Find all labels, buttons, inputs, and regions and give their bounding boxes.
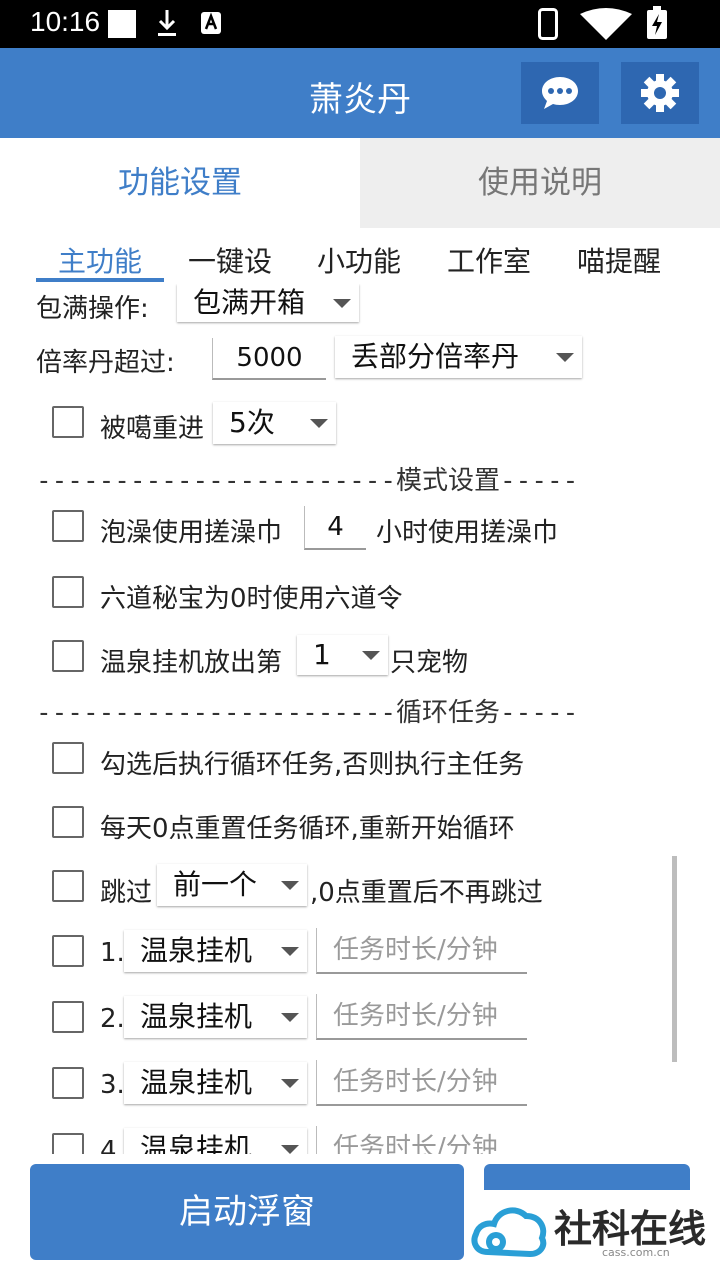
- task-2-checkbox[interactable]: [52, 1001, 84, 1033]
- chat-button[interactable]: [521, 62, 599, 124]
- full-op-select[interactable]: 包满开箱: [177, 284, 359, 322]
- app-title: 萧炎丹: [309, 80, 411, 120]
- bottom-bar: 启动浮窗 社科在线 cass.com.cn: [0, 1154, 720, 1280]
- subtab-main[interactable]: 主功能: [58, 240, 142, 280]
- chevron-down-icon: [310, 419, 328, 428]
- sixpath-label: 六道秘宝为0时使用六道令: [100, 584, 403, 614]
- task-1-number: 1.: [100, 938, 125, 968]
- tab-instructions[interactable]: 使用说明: [360, 138, 720, 228]
- drink-label: 被噶重进: [100, 414, 205, 444]
- hotspring-label-b: 只宠物: [390, 648, 469, 678]
- sixpath-checkbox[interactable]: [52, 576, 84, 608]
- phone-icon: [538, 8, 558, 40]
- watermark-subtext: cass.com.cn: [602, 1246, 670, 1259]
- chevron-down-icon: [281, 1145, 299, 1154]
- task-1-select[interactable]: 温泉挂机: [124, 930, 307, 972]
- wifi-icon: [580, 8, 632, 40]
- rate-action-value: 丢部分倍率丹: [351, 340, 520, 373]
- task-2-number: 2.: [100, 1004, 125, 1034]
- chevron-down-icon: [333, 299, 351, 308]
- chevron-down-icon: [281, 881, 299, 890]
- sub-tabs: 主功能 一键设 小功能 工作室 喵提醒: [0, 236, 720, 284]
- loop-enable-label: 勾选后执行循环任务,否则执行主任务: [100, 750, 525, 780]
- task-3-duration-input[interactable]: 任务时长/分钟: [316, 1060, 527, 1106]
- full-op-value: 包满开箱: [193, 286, 306, 319]
- task-4-number: 4: [100, 1136, 117, 1154]
- hotspring-checkbox[interactable]: [52, 640, 84, 672]
- main-settings-panel[interactable]: 包满操作: 包满开箱 倍率丹超过: 5000 丢部分倍率丹 被噶重进 5次 --…: [0, 284, 720, 1154]
- skip-select[interactable]: 前一个: [157, 864, 307, 906]
- watermark: 社科在线 cass.com.cn: [470, 1190, 720, 1280]
- status-bar: 10:16: [0, 0, 720, 48]
- chevron-down-icon: [281, 947, 299, 956]
- download-icon: [158, 10, 176, 36]
- hotspring-label-a: 温泉挂机放出第: [100, 648, 283, 678]
- task-3-select[interactable]: 温泉挂机: [124, 1062, 307, 1104]
- task-4-checkbox[interactable]: [52, 1133, 84, 1154]
- task-4-select[interactable]: 温泉挂机: [124, 1128, 307, 1154]
- task-4-duration-input[interactable]: 任务时长/分钟: [316, 1126, 527, 1154]
- rate-label: 倍率丹超过:: [36, 348, 175, 378]
- task-2-duration-input[interactable]: 任务时长/分钟: [316, 994, 527, 1040]
- task-3-number: 3.: [100, 1070, 125, 1100]
- full-op-label: 包满操作:: [36, 294, 149, 324]
- cloud-logo-icon: [471, 1207, 547, 1258]
- loop-divider: -----------------------循环任务-------------…: [36, 698, 580, 728]
- settings-button[interactable]: [621, 62, 699, 124]
- chat-icon: [542, 77, 578, 109]
- chevron-down-icon: [556, 353, 574, 362]
- loop-reset-checkbox[interactable]: [52, 806, 84, 838]
- start-floating-window-button[interactable]: 启动浮窗: [30, 1164, 464, 1260]
- mode-divider: -----------------------模式设置-------------…: [36, 466, 580, 496]
- task-4-value: 温泉挂机: [140, 1132, 253, 1154]
- drink-checkbox[interactable]: [52, 406, 84, 438]
- bath-label-b: 小时使用搓澡巾: [376, 518, 559, 548]
- skip-checkbox[interactable]: [52, 870, 84, 902]
- watermark-text: 社科在线: [554, 1207, 707, 1251]
- skip-label-a: 跳过: [100, 878, 153, 908]
- task-1-duration-input[interactable]: 任务时长/分钟: [316, 928, 527, 974]
- task-2-select[interactable]: 温泉挂机: [124, 996, 307, 1038]
- battery-charging-icon: [647, 6, 667, 39]
- gear-icon: [641, 74, 679, 112]
- skip-label-b: ,0点重置后不再跳过: [310, 878, 543, 908]
- rate-action-select[interactable]: 丢部分倍率丹: [335, 336, 582, 378]
- loop-reset-label: 每天0点重置任务循环,重新开始循环: [100, 814, 515, 844]
- task-3-checkbox[interactable]: [52, 1067, 84, 1099]
- scrollbar[interactable]: [672, 856, 677, 1062]
- tab-feature-settings[interactable]: 功能设置: [0, 138, 360, 228]
- hotspring-pet-select[interactable]: 1: [297, 635, 388, 675]
- drink-count-value: 5次: [229, 406, 275, 439]
- chevron-down-icon: [281, 1013, 299, 1022]
- task-1-checkbox[interactable]: [52, 935, 84, 967]
- subtab-small-features[interactable]: 小功能: [317, 240, 401, 280]
- loop-enable-checkbox[interactable]: [52, 742, 84, 774]
- bath-checkbox[interactable]: [52, 510, 84, 542]
- notification-square-icon: [108, 10, 136, 38]
- task-3-value: 温泉挂机: [140, 1066, 253, 1099]
- status-time: 10:16: [30, 6, 101, 37]
- subtab-one-key[interactable]: 一键设: [188, 240, 272, 280]
- app-bar: 萧炎丹: [0, 48, 720, 138]
- active-subtab-indicator: [36, 278, 164, 282]
- task-1-value: 温泉挂机: [140, 934, 253, 967]
- bath-hours-input[interactable]: 4: [304, 506, 366, 550]
- skip-value: 前一个: [173, 868, 258, 901]
- subtab-meow-reminder[interactable]: 喵提醒: [577, 240, 661, 280]
- subtab-studio[interactable]: 工作室: [447, 240, 531, 280]
- task-2-value: 温泉挂机: [140, 1000, 253, 1033]
- rate-threshold-input[interactable]: 5000: [212, 338, 326, 380]
- main-tabs: 功能设置 使用说明: [0, 138, 720, 228]
- bath-label-a: 泡澡使用搓澡巾: [100, 518, 283, 548]
- chevron-down-icon: [281, 1079, 299, 1088]
- hotspring-pet-value: 1: [313, 638, 331, 671]
- keyboard-a-icon: [201, 12, 221, 34]
- drink-count-select[interactable]: 5次: [213, 402, 336, 444]
- chevron-down-icon: [362, 651, 380, 660]
